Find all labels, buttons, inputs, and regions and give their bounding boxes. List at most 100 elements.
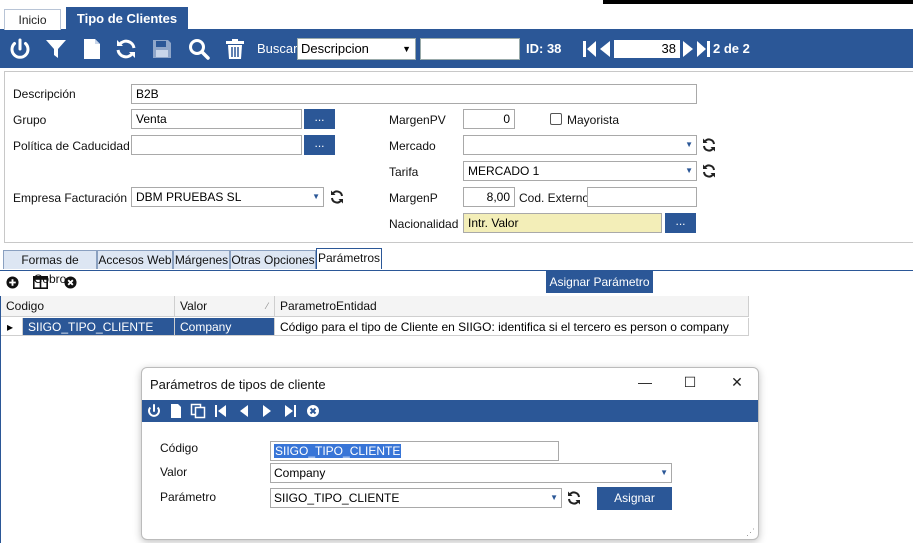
dialog-title: Parámetros de tipos de cliente [150,377,326,392]
mayorista-checkbox[interactable] [550,113,562,125]
dialog-parametro-value: SIIGO_TIPO_CLIENTE [274,491,400,505]
column-header-codigo[interactable]: Codigo [1,296,175,317]
power-icon[interactable] [7,36,33,62]
tarifa-refresh-icon[interactable] [701,163,717,179]
add-icon[interactable] [6,276,19,289]
dialog-codigo-input[interactable]: SIIGO_TIPO_CLIENTE [270,441,559,461]
remove-icon[interactable] [305,403,321,419]
grid-toolbar [0,271,913,295]
resize-grip-icon[interactable]: ⋰ [746,527,755,538]
dialog-codigo-label: Código [160,441,199,455]
tab-formas-de-cobro[interactable]: Formas de Cobro [3,250,97,286]
tab-parametros[interactable]: Parámetros [316,248,382,269]
tab-tipo-de-clientes[interactable]: Tipo de Clientes [66,7,188,30]
maximize-icon[interactable]: ☐ [675,374,705,394]
dialog-parametro-select[interactable]: SIIGO_TIPO_CLIENTE ▼ [270,488,562,508]
tab-otras-opciones[interactable]: Otras Opciones [230,250,316,269]
politica-label: Política de Caducidad [13,139,130,153]
chevron-down-icon: ▼ [550,493,558,502]
dialog-parametro-label: Parámetro [160,490,217,504]
mercado-label: Mercado [389,139,436,153]
close-icon[interactable]: ✕ [722,374,752,394]
chevron-down-icon: ▼ [660,468,668,477]
remove-icon[interactable] [64,276,77,289]
last-record-icon[interactable] [696,36,710,62]
margenpv-input[interactable]: 0 [463,109,515,129]
main-toolbar: Buscar Descripcion ▼ ID: 38 38 2 de 2 [0,30,913,68]
cell-codigo[interactable]: SIIGO_TIPO_CLIENTE [23,318,175,336]
save-icon[interactable] [149,36,175,62]
tarifa-value: MERCADO 1 [468,164,540,178]
dialog-valor-label: Valor [160,465,188,479]
tab-accesos-web[interactable]: Accesos Web [97,250,173,269]
grupo-lookup-button[interactable]: ... [304,109,335,129]
chevron-down-icon: ▼ [685,140,693,149]
detail-tabs: Formas de Cobro Accesos Web Márgenes Otr… [0,248,913,286]
margenp-input[interactable]: 8,00 [463,187,515,207]
tarifa-label: Tarifa [389,165,419,179]
mercado-refresh-icon[interactable] [701,137,717,153]
empresa-value: DBM PRUEBAS SL [136,190,242,204]
columns-icon[interactable] [33,276,48,289]
politica-lookup-button[interactable]: ... [304,135,335,155]
next-record-icon[interactable] [682,36,694,62]
margenpv-label: MargenPV [389,113,446,127]
filter-icon[interactable] [43,36,69,62]
search-icon[interactable] [186,36,212,62]
cod-externo-input[interactable] [587,187,697,207]
sort-icon: ⁄ [266,301,268,311]
cell-valor[interactable]: Company [175,318,275,336]
next-record-icon[interactable] [259,403,275,419]
cod-externo-label: Cod. Externo [519,191,590,205]
tab-margenes[interactable]: Márgenes [173,250,230,269]
dialog-valor-value: Company [274,466,326,480]
chevron-down-icon: ▼ [402,44,411,54]
row-indicator-icon: ▸ [1,318,23,336]
previous-record-icon[interactable] [236,403,252,419]
window-edge [603,0,913,4]
empresa-refresh-icon[interactable] [329,189,345,205]
power-icon[interactable] [146,403,162,419]
grupo-input[interactable]: Venta [131,109,302,129]
dialog-assign-button[interactable]: Asignar [597,487,672,510]
nacionalidad-label: Nacionalidad [389,217,459,231]
dialog-toolbar [142,400,758,422]
delete-icon[interactable] [222,36,248,62]
margenp-label: MargenP [389,191,438,205]
previous-record-icon[interactable] [599,36,611,62]
minimize-icon[interactable]: — [630,374,660,394]
assign-parameter-button[interactable]: Asignar Parámetro [546,271,653,293]
nacionalidad-lookup-button[interactable]: ... [665,213,696,233]
nacionalidad-input[interactable]: Intr. Valor [463,213,662,233]
chevron-down-icon: ▼ [312,192,320,201]
first-record-icon[interactable] [213,403,229,419]
empresa-select[interactable]: DBM PRUEBAS SL ▼ [131,187,324,207]
search-field-select[interactable]: Descripcion ▼ [297,38,416,60]
chevron-down-icon: ▼ [685,166,693,175]
search-field-value: Descripcion [301,41,369,56]
empresa-label: Empresa Facturación [13,191,128,205]
first-record-icon[interactable] [583,36,597,62]
refresh-icon[interactable] [113,36,139,62]
tarifa-select[interactable]: MERCADO 1 ▼ [463,161,697,181]
new-document-icon[interactable] [168,403,184,419]
cell-parametro-entidad[interactable]: Código para el tipo de Cliente en SIIGO:… [275,318,749,336]
parametro-refresh-icon[interactable] [566,490,582,506]
column-header-parametro-entidad[interactable]: ParametroEntidad [275,296,749,317]
column-header-valor[interactable]: Valor ⁄ [175,296,275,317]
new-document-icon[interactable] [79,36,105,62]
record-count: 2 de 2 [713,41,750,56]
dialog-codigo-value: SIIGO_TIPO_CLIENTE [274,444,402,458]
mayorista-label: Mayorista [567,113,620,127]
search-input[interactable] [420,38,520,60]
last-record-icon[interactable] [282,403,298,419]
column-header-valor-label: Valor [180,299,208,313]
record-number-input[interactable]: 38 [614,40,680,58]
mercado-select[interactable]: ▼ [463,135,697,155]
dialog-valor-select[interactable]: Company ▼ [270,463,672,483]
customer-type-form: Descripción B2B Grupo Venta ... Política… [4,71,913,243]
tab-inicio[interactable]: Inicio [4,9,61,30]
descripcion-input[interactable]: B2B [131,84,697,104]
copy-icon[interactable] [190,403,206,419]
politica-input[interactable] [131,135,302,155]
